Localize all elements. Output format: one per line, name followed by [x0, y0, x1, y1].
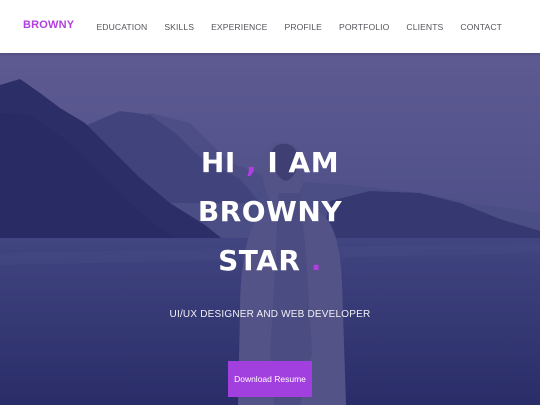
- nav-item-experience[interactable]: EXPERIENCE: [211, 22, 267, 32]
- hero-subtitle: UI/UX DESIGNER AND WEB DEVELOPER: [169, 309, 371, 320]
- nav-item-contact[interactable]: CONTACT: [460, 22, 502, 32]
- nav-item-clients[interactable]: CLIENTS: [406, 22, 443, 32]
- hero-heading-text-hi: HI: [200, 146, 246, 179]
- hero-heading-text-i-am: I AM: [257, 146, 340, 179]
- download-resume-button[interactable]: Download Resume: [228, 361, 312, 397]
- hero-heading-line-2: BROWNY: [197, 195, 343, 228]
- main-nav: EDUCATION SKILLS EXPERIENCE PROFILE PORT…: [96, 22, 502, 32]
- top-navbar: BROWNY EDUCATION SKILLS EXPERIENCE PROFI…: [0, 0, 540, 53]
- nav-item-profile[interactable]: PROFILE: [285, 22, 322, 32]
- nav-item-portfolio[interactable]: PORTFOLIO: [339, 22, 389, 32]
- hero-color-overlay: [0, 53, 540, 405]
- hero-heading-line-1: HI , I AM: [0, 149, 540, 177]
- hero-section: HI , I AM BROWNY STAR . UI/UX DESIGNER A…: [0, 53, 540, 405]
- brand-logo[interactable]: BROWNY: [23, 19, 74, 31]
- hero-heading-comma: ,: [246, 146, 258, 179]
- nav-item-education[interactable]: EDUCATION: [96, 22, 147, 32]
- hero-heading-line-3: STAR .: [0, 247, 540, 275]
- hero-heading-text-star: STAR: [218, 244, 311, 277]
- hero-heading-dot: .: [310, 244, 322, 277]
- nav-item-skills[interactable]: SKILLS: [164, 22, 194, 32]
